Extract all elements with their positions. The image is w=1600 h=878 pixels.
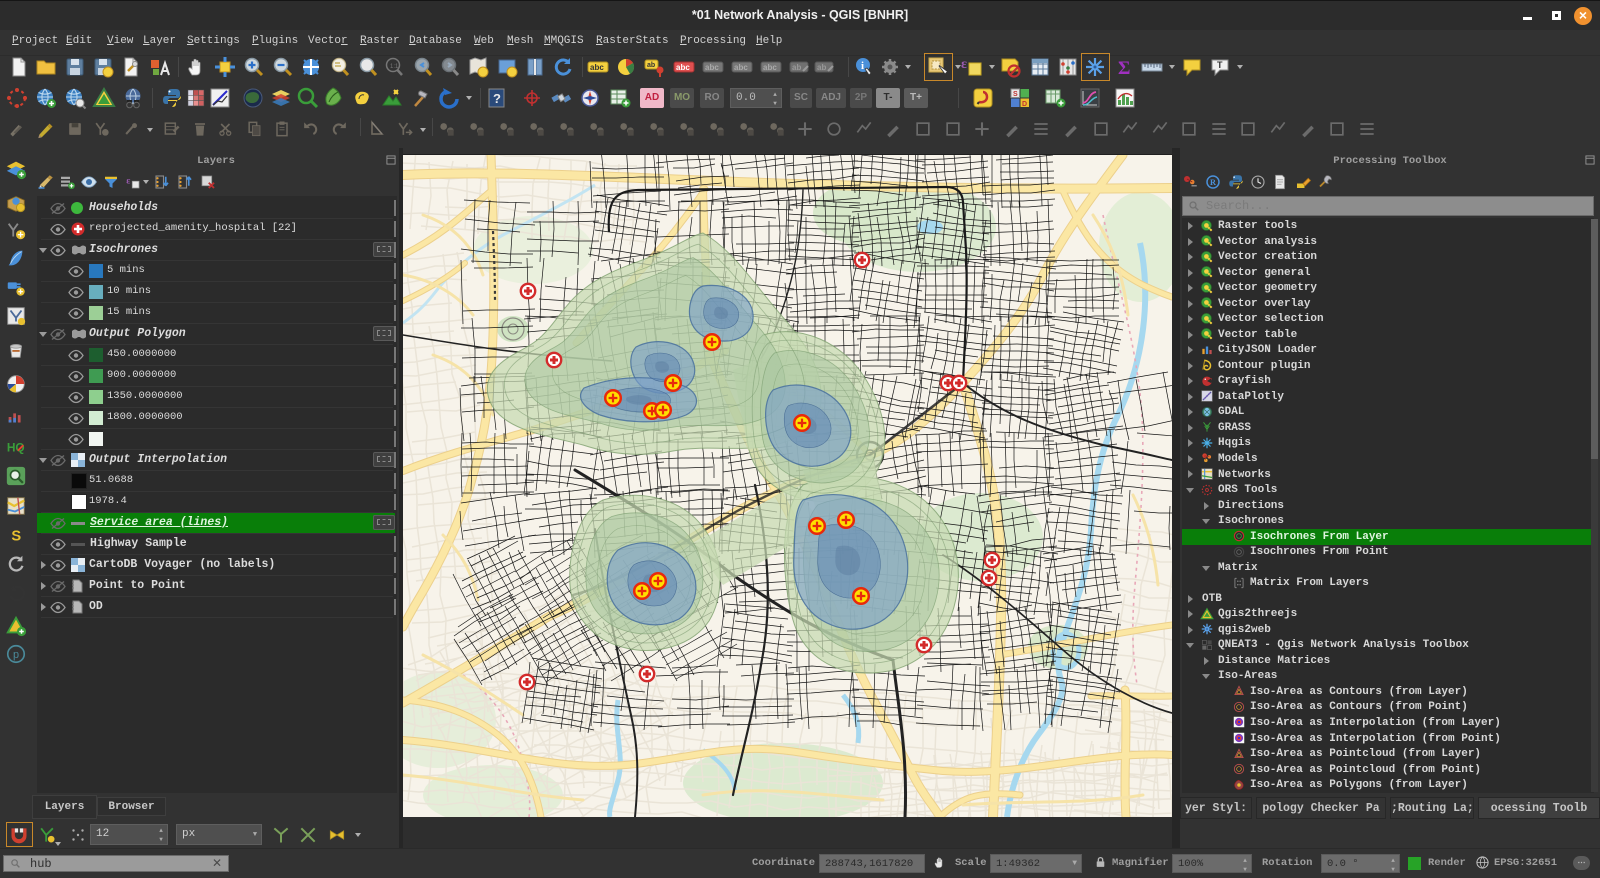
svg-text:ε: ε [126, 176, 130, 187]
svg-text:abc: abc [734, 63, 748, 72]
svg-text:?: ? [493, 91, 501, 106]
svg-text:abc: abc [590, 63, 604, 72]
svg-text:abc: abc [676, 63, 690, 72]
svg-text:ab: ab [792, 63, 801, 72]
svg-text:abc: abc [763, 63, 777, 72]
svg-text:D: D [1022, 101, 1027, 108]
svg-text:1:1: 1:1 [390, 64, 399, 70]
svg-text:p: p [13, 650, 20, 662]
svg-text:ab: ab [817, 63, 826, 72]
svg-text:ε: ε [961, 57, 967, 72]
svg-text:ab: ab [647, 62, 655, 69]
svg-text:abc: abc [705, 63, 719, 72]
svg-text:R: R [1210, 178, 1217, 187]
svg-text:S: S [11, 529, 21, 545]
svg-text:i: i [861, 60, 864, 72]
svg-text:S: S [1013, 91, 1018, 98]
svg-text:Σ: Σ [1118, 58, 1130, 79]
svg-text:T: T [1217, 60, 1223, 70]
